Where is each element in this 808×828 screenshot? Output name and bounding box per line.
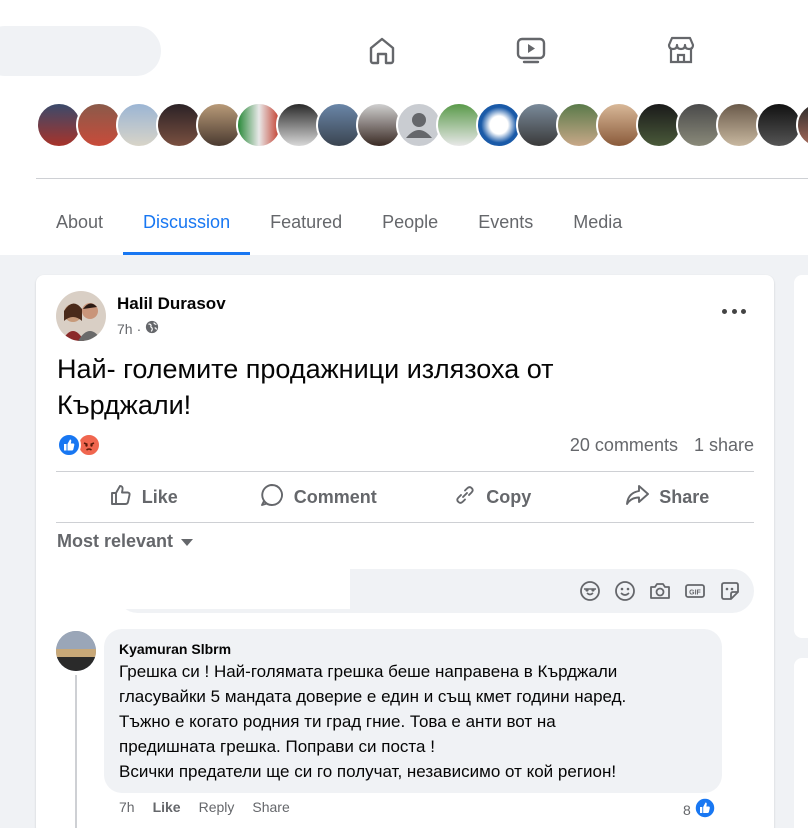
separator-dot: · (136, 320, 142, 337)
comment-reply-button[interactable]: Reply (199, 799, 235, 815)
like-reaction-icon (694, 797, 716, 822)
post-card: Halil Durasov 7h · Най- големите продажн… (36, 275, 774, 828)
avatar-sticker-icon[interactable] (578, 579, 602, 603)
tab-about[interactable]: About (36, 190, 123, 255)
comment-likes-count: 8 (683, 801, 691, 818)
comment-share-button[interactable]: Share (252, 799, 289, 815)
search-bar[interactable] (0, 26, 161, 76)
sticker-icon[interactable] (718, 579, 742, 603)
marketplace-icon[interactable] (661, 30, 701, 70)
like-label: Like (141, 486, 178, 507)
tab-events[interactable]: Events (458, 190, 553, 255)
author-name[interactable]: Halil Durasov (117, 294, 226, 314)
svg-text:GIF: GIF (689, 590, 701, 597)
share-button[interactable]: Share (580, 473, 755, 521)
side-card (794, 658, 808, 828)
like-reaction-icon (57, 433, 81, 457)
comment-text-line: Грешка си ! Най-голямата грешка беше нап… (119, 662, 618, 681)
link-icon (453, 483, 477, 512)
reply-thread-line (75, 675, 77, 828)
header-divider (36, 178, 808, 179)
engagement-counts: 20 comments 1 share (570, 435, 754, 456)
commenter-name[interactable]: Kyamuran Slbrm (119, 641, 707, 657)
divider (56, 522, 754, 523)
caret-down-icon (181, 531, 194, 552)
post-meta: 7h · (117, 320, 159, 337)
comment-like-button[interactable]: Like (153, 799, 181, 815)
post-text: Най- големите продажници излязоха от Кър… (57, 351, 757, 423)
like-icon (109, 483, 133, 512)
tab-featured[interactable]: Featured (250, 190, 362, 255)
share-label: Share (659, 486, 710, 507)
comment-text-line: гласувайки 5 мандата доверие е един и съ… (119, 687, 627, 706)
copy-button[interactable]: Copy (405, 473, 580, 521)
more-options-icon[interactable] (722, 303, 746, 319)
post-actions: Like Comment Copy Share (56, 473, 754, 521)
comment-text-line: Тъжно е когато родния ти град гние. Това… (119, 712, 556, 731)
comment-reaction-count[interactable]: 8 (683, 797, 716, 822)
composer-overlay (90, 563, 350, 609)
comment-label: Comment (293, 486, 377, 507)
post-time[interactable]: 7h (117, 321, 133, 337)
commenter-avatar[interactable] (56, 631, 96, 671)
avatar[interactable] (796, 102, 808, 148)
group-tabs: About Discussion Featured People Events … (36, 190, 642, 255)
comment-button[interactable]: Comment (231, 473, 406, 521)
author-avatar[interactable] (56, 291, 106, 341)
tab-media[interactable]: Media (553, 190, 642, 255)
comments-count[interactable]: 20 comments (570, 435, 678, 456)
group-header: About Discussion Featured People Events … (0, 90, 808, 255)
tab-discussion[interactable]: Discussion (123, 190, 251, 255)
camera-icon[interactable] (648, 579, 672, 603)
globe-icon (145, 320, 159, 337)
share-icon (624, 482, 650, 513)
reaction-summary[interactable] (57, 433, 105, 459)
copy-label: Copy (486, 486, 532, 507)
comment-bubble: Kyamuran Slbrm Грешка си ! Най-голямата … (104, 629, 722, 793)
emoji-icon[interactable] (613, 579, 637, 603)
composer-tools: GIF (578, 579, 742, 603)
home-icon[interactable] (362, 30, 402, 70)
post-text-line: Най- големите продажници излязоха от (57, 354, 554, 384)
sort-label: Most relevant (57, 531, 174, 551)
video-icon[interactable] (511, 30, 551, 70)
shares-count[interactable]: 1 share (694, 435, 754, 456)
like-button[interactable]: Like (56, 473, 231, 521)
comment-sort-dropdown[interactable]: Most relevant (57, 531, 194, 552)
comment-text-line: Всички предатели ще си го получат, незав… (119, 762, 617, 781)
tab-people[interactable]: People (362, 190, 458, 255)
side-card (794, 275, 808, 638)
divider (56, 471, 754, 472)
comment-actions: 7h Like Reply Share (119, 799, 290, 815)
comment-icon (259, 482, 285, 513)
top-navigation-bar (0, 0, 808, 90)
post-text-line: Кърджали! (57, 390, 192, 420)
comment-text-line: предишната грешка. Поправи си поста ! (119, 737, 435, 756)
gif-icon[interactable]: GIF (683, 579, 707, 603)
comment-time[interactable]: 7h (119, 799, 135, 815)
